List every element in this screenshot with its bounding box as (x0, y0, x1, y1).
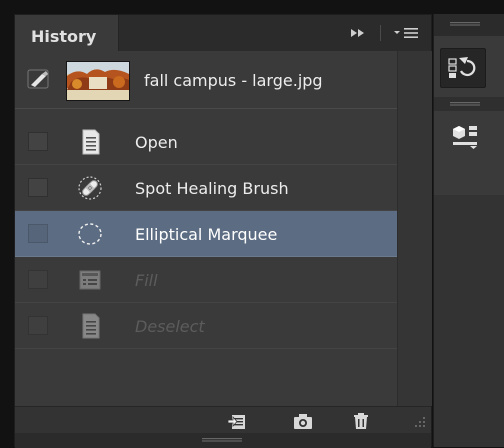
trash-icon[interactable] (351, 412, 371, 430)
document-icon (82, 129, 100, 155)
history-item-label: Deselect (135, 317, 205, 336)
snapshot-row[interactable]: fall campus - large.jpg (15, 51, 397, 109)
dock-divider[interactable] (434, 97, 504, 111)
history-item-label: Elliptical Marquee (135, 225, 278, 244)
document-icon (82, 313, 100, 339)
resize-grip-icon[interactable] (413, 415, 427, 429)
collapse-panel-icon[interactable] (350, 26, 366, 40)
panel-drag-handle[interactable] (15, 433, 431, 448)
grip-icon (202, 438, 242, 442)
history-item-checkbox[interactable] (28, 178, 48, 197)
tab-bar-divider (380, 25, 381, 41)
history-states: Open Spot Healing Brush Elliptical Marqu… (15, 119, 397, 349)
dock-section (434, 111, 504, 196)
grip-icon (450, 22, 480, 26)
history-item-checkbox[interactable] (28, 316, 48, 335)
history-item-checkbox[interactable] (28, 270, 48, 289)
campus-photo-thumbnail (66, 61, 130, 101)
history-item-deselect[interactable]: Deselect (15, 303, 397, 349)
3d-properties-icon[interactable] (450, 123, 480, 149)
snapshot-label: fall campus - large.jpg (144, 71, 323, 90)
camera-icon[interactable] (293, 412, 313, 430)
history-panel-button[interactable] (440, 48, 486, 88)
history-item-checkbox[interactable] (28, 132, 48, 151)
panel-bottom-bar (15, 406, 431, 434)
bandage-icon (78, 176, 102, 200)
side-panel-dock (433, 14, 504, 447)
history-item-checkbox[interactable] (28, 224, 48, 243)
elliptical-marquee-icon (78, 223, 102, 245)
fill-icon (79, 270, 101, 290)
history-item-elliptical-marquee[interactable]: Elliptical Marquee (15, 211, 397, 257)
history-panel: History fall campus - large.jpg Open Spo… (14, 14, 432, 448)
dock-empty-area (434, 195, 504, 447)
panel-menu-icon[interactable] (393, 25, 421, 41)
dock-top-bar[interactable] (434, 14, 504, 36)
history-list: fall campus - large.jpg Open Spot Healin… (15, 51, 432, 406)
history-brush-source-icon[interactable] (27, 69, 51, 91)
tab-history[interactable]: History (15, 15, 119, 51)
history-item-label: Spot Healing Brush (135, 179, 289, 198)
history-item-open[interactable]: Open (15, 119, 397, 165)
history-item-fill[interactable]: Fill (15, 257, 397, 303)
grip-icon (450, 102, 480, 106)
history-item-label: Open (135, 133, 178, 152)
panel-tab-bar: History (15, 15, 431, 52)
scrollbar-track[interactable] (397, 51, 432, 406)
history-item-label: Fill (135, 271, 158, 290)
new-document-from-state-icon[interactable] (228, 412, 248, 430)
history-icon (448, 57, 476, 78)
history-item-spot-healing-brush[interactable]: Spot Healing Brush (15, 165, 397, 211)
